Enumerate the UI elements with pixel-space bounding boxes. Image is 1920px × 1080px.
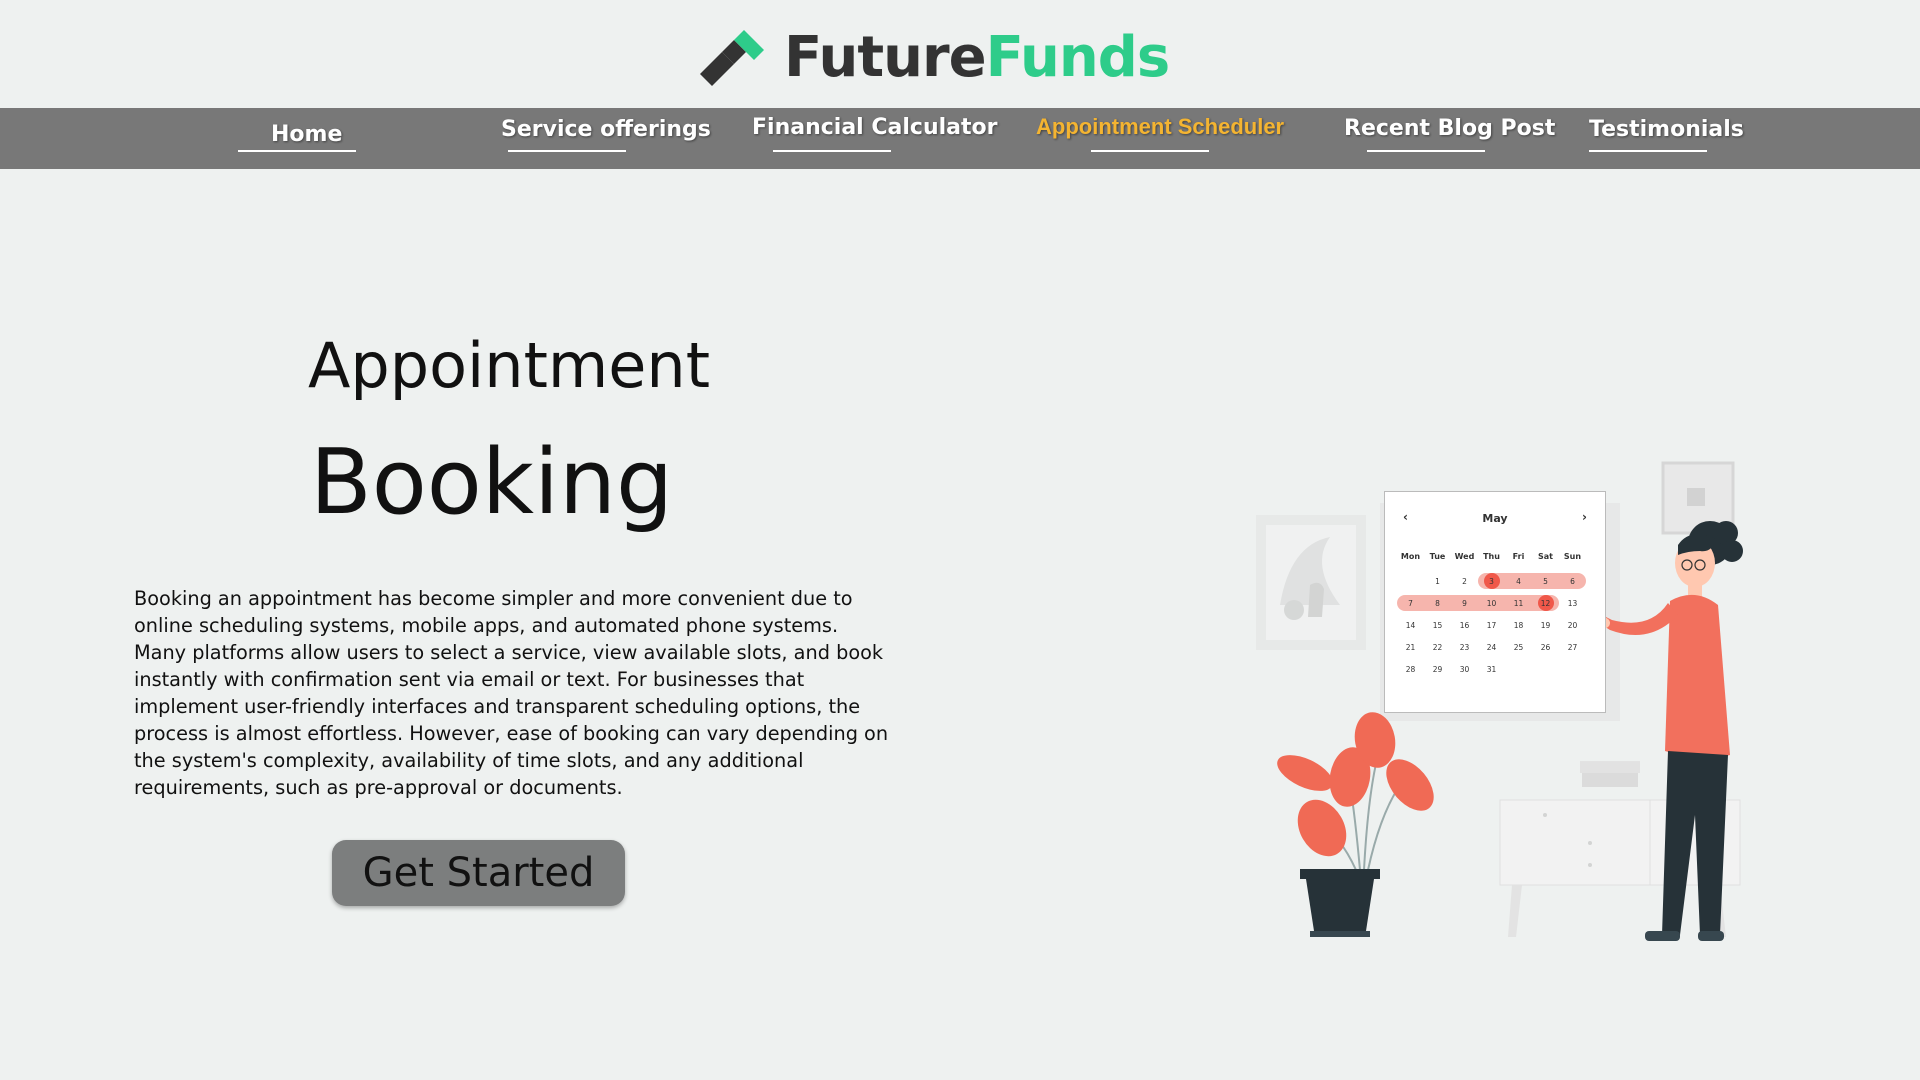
calendar-day[interactable]: 24 xyxy=(1478,643,1505,652)
weekday-label: Thu xyxy=(1483,552,1500,561)
calendar-week: 21 22 23 24 25 26 27 xyxy=(1397,636,1586,658)
calendar-day[interactable]: 11 xyxy=(1505,599,1532,608)
calendar-day[interactable]: 5 xyxy=(1532,577,1559,586)
calendar-day[interactable]: 23 xyxy=(1451,643,1478,652)
nav-underline xyxy=(773,150,891,152)
weekday-label: Wed xyxy=(1454,552,1475,561)
nav-underline xyxy=(1589,150,1707,152)
calendar-day[interactable]: 9 xyxy=(1451,599,1478,608)
calendar-week: 28 29 30 31 xyxy=(1397,658,1586,680)
calendar-day[interactable]: 25 xyxy=(1505,643,1532,652)
calendar-day[interactable]: 27 xyxy=(1559,643,1586,652)
booking-illustration: ‹ May › Mon Tue Wed Thu Fri Sat Sun 1 2 … xyxy=(1250,455,1770,945)
calendar-day[interactable]: 8 xyxy=(1424,599,1451,608)
calendar-day[interactable]: 30 xyxy=(1451,665,1478,674)
nav-underline xyxy=(1367,150,1485,152)
calendar-day[interactable]: 2 xyxy=(1451,577,1478,586)
weekday-label: Mon xyxy=(1400,552,1421,561)
calendar-day[interactable]: 29 xyxy=(1424,665,1451,674)
calendar-day[interactable]: 16 xyxy=(1451,621,1478,630)
brand-name-part1: Future xyxy=(784,25,987,90)
nav-item-label: Recent Blog Post xyxy=(1344,116,1556,141)
brand-name-part2: Funds xyxy=(985,25,1171,90)
calendar-day[interactable]: 4 xyxy=(1505,577,1532,586)
calendar-day[interactable]: 14 xyxy=(1397,621,1424,630)
calendar-day[interactable]: 22 xyxy=(1424,643,1451,652)
hero-title-line1: Appointment xyxy=(308,329,711,402)
calendar-day[interactable]: 21 xyxy=(1397,643,1424,652)
calendar-day[interactable]: 7 xyxy=(1397,599,1424,608)
nav-item-label: Testimonials xyxy=(1589,117,1744,142)
get-started-button[interactable]: Get Started xyxy=(332,840,625,906)
calendar-widget: ‹ May › Mon Tue Wed Thu Fri Sat Sun 1 2 … xyxy=(1384,491,1606,713)
calendar-day-selected[interactable]: 3 xyxy=(1478,573,1505,589)
calendar-next-icon[interactable]: › xyxy=(1582,510,1587,524)
calendar-day[interactable]: 13 xyxy=(1559,599,1586,608)
brand-name: FutureFunds xyxy=(784,30,1170,86)
weekday-label: Fri xyxy=(1512,552,1525,561)
calendar-day[interactable]: 1 xyxy=(1424,577,1451,586)
calendar-week: 1 2 3 4 5 6 xyxy=(1397,570,1586,592)
calendar-day[interactable]: 28 xyxy=(1397,665,1424,674)
potted-plant xyxy=(1277,712,1434,937)
calendar-day[interactable]: 31 xyxy=(1478,665,1505,674)
weekday-label: Tue xyxy=(1429,552,1446,561)
nav-underline xyxy=(508,150,626,152)
calendar-day[interactable]: 20 xyxy=(1559,621,1586,630)
calendar-week: 7 8 9 10 11 12 13 xyxy=(1397,592,1586,614)
calendar-day[interactable]: 10 xyxy=(1478,599,1505,608)
brand-logo[interactable]: FutureFunds xyxy=(700,28,1170,88)
nav-item-label: Financial Calculator xyxy=(752,115,998,140)
wall-picture xyxy=(1256,515,1366,650)
calendar-day[interactable]: 15 xyxy=(1424,621,1451,630)
calendar-day[interactable]: 18 xyxy=(1505,621,1532,630)
main-nav: Home Service offerings Financial Calcula… xyxy=(0,108,1920,169)
nav-item-label: Appointment Scheduler xyxy=(1036,114,1285,139)
calendar-day[interactable]: 19 xyxy=(1532,621,1559,630)
nav-underline xyxy=(1091,150,1209,152)
calendar-grid: 1 2 3 4 5 6 7 8 9 10 11 12 13 14 15 16 1… xyxy=(1397,570,1586,680)
weekday-label: Sat xyxy=(1538,552,1553,561)
calendar-day[interactable]: 26 xyxy=(1532,643,1559,652)
weekday-label: Sun xyxy=(1563,552,1582,561)
nav-item-label: Service offerings xyxy=(501,117,711,142)
calendar-month: May xyxy=(1482,512,1508,525)
logo-chevron-icon xyxy=(700,30,764,86)
hero-title-line2: Booking xyxy=(310,430,674,535)
calendar-week: 14 15 16 17 18 19 20 xyxy=(1397,614,1586,636)
calendar-day[interactable]: 17 xyxy=(1478,621,1505,630)
calendar-weekdays: Mon Tue Wed Thu Fri Sat Sun xyxy=(1397,552,1586,561)
calendar-day-selected[interactable]: 12 xyxy=(1532,595,1559,611)
hero-description: Booking an appointment has become simple… xyxy=(134,587,889,799)
nav-item-label: Home xyxy=(271,122,343,147)
nav-underline xyxy=(238,150,356,152)
calendar-day[interactable]: 6 xyxy=(1559,577,1586,586)
